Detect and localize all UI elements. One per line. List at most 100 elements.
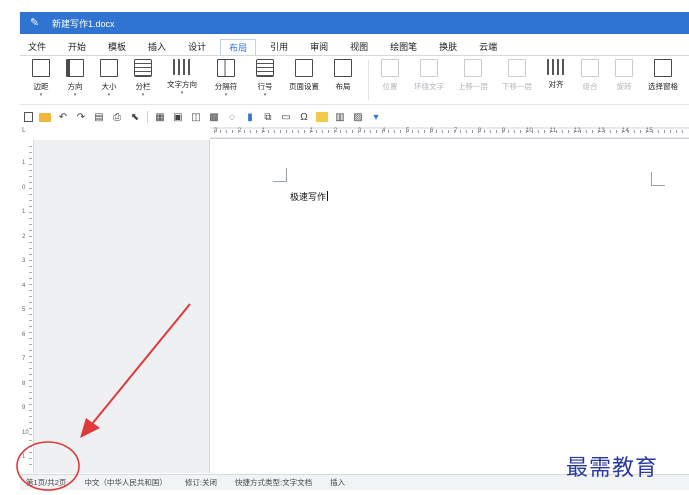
text-direction-button[interactable]: 文字方向 ▾ (162, 56, 202, 104)
ruler-tick (29, 362, 32, 363)
link-icon[interactable]: ⧉ (262, 112, 274, 123)
print-icon[interactable]: ⎙ (111, 112, 123, 123)
language-status[interactable]: 中文（中华人民共和国） (84, 477, 167, 488)
tab-skin[interactable]: 换肤 (431, 39, 465, 55)
tab-layout[interactable]: 布局 (220, 39, 257, 55)
ruler-tick (334, 130, 335, 133)
page-setup-button[interactable]: 页面设置 (284, 56, 324, 104)
line-numbers-icon (256, 59, 274, 77)
ruler-tick (382, 130, 383, 133)
ruler-tick (29, 428, 32, 429)
ruler-tick (29, 254, 32, 255)
selection-pane-button[interactable]: 选择窗格 (643, 56, 683, 104)
tab-insert[interactable]: 插入 (140, 39, 174, 55)
ruler-tick (508, 130, 509, 133)
bring-forward-button[interactable]: 上移一层 (453, 56, 493, 104)
ruler-tick (250, 130, 251, 133)
grid-icon[interactable]: ▩ (208, 112, 220, 123)
tab-file[interactable]: 文件 (20, 39, 54, 55)
ruler-tick (448, 130, 449, 133)
ruler-tick (514, 130, 515, 133)
ruler-tick (29, 290, 32, 291)
group-button[interactable]: 组合 (575, 56, 605, 104)
horizontal-ruler[interactable]: 3 2 1 1 2 3 4 5 6 7 8 9 10 11 12 13 14 15 (210, 127, 689, 139)
rotate-button[interactable]: 旋转 (609, 56, 639, 104)
insert-mode-status[interactable]: 插入 (330, 477, 345, 488)
image-icon[interactable]: ▣ (172, 112, 184, 123)
send-backward-button[interactable]: 下移一层 (497, 56, 537, 104)
size-button[interactable]: 大小 ▾ (94, 56, 124, 104)
table-icon[interactable]: ▦ (154, 112, 166, 123)
document-text[interactable]: 极速写作 (290, 190, 329, 203)
tab-references[interactable]: 引用 (262, 39, 296, 55)
orientation-button[interactable]: 方向 ▾ (60, 56, 90, 104)
ruler-number: 9 (22, 405, 26, 411)
save-icon[interactable]: ▤ (93, 112, 105, 123)
ruler-tick (370, 130, 371, 133)
screenshot-icon[interactable]: ◫ (190, 112, 202, 123)
ruler-number: 1 (22, 160, 26, 166)
tab-home[interactable]: 开始 (60, 39, 94, 55)
ruler-tick (670, 130, 671, 133)
ruler-number: 3 (22, 258, 26, 264)
undo-icon[interactable]: ↶ (57, 112, 69, 123)
columns-button[interactable]: 分栏 ▾ (128, 56, 158, 104)
ruler-number: 1 (22, 209, 26, 215)
ruler-tick (562, 130, 563, 133)
wrap-text-button[interactable]: 环绕文字 (409, 56, 449, 104)
new-document-icon[interactable] (24, 112, 33, 122)
ruler-tick (484, 130, 485, 133)
note-icon[interactable] (316, 112, 328, 122)
tab-review[interactable]: 审阅 (302, 39, 336, 55)
ruler-corner[interactable]: L (20, 127, 34, 139)
textbox-icon[interactable]: ▭ (280, 112, 292, 123)
layout-button[interactable]: 布局 (328, 56, 358, 104)
wrap-text-icon (420, 59, 438, 77)
tab-design[interactable]: 设计 (180, 39, 214, 55)
qr-code-icon[interactable]: ▨ (352, 112, 364, 123)
position-button[interactable]: 位置 (375, 56, 405, 104)
ruler-tick (340, 130, 341, 133)
chart-icon[interactable]: ▮ (244, 112, 256, 123)
ruler-tick (532, 130, 533, 133)
workspace-margin (34, 140, 210, 473)
ruler-tick (29, 200, 32, 201)
ruler-tick (29, 356, 32, 357)
ruler-tick (29, 158, 32, 159)
ruler-tick (29, 164, 32, 165)
margins-button[interactable]: 边距 ▾ (26, 56, 56, 104)
ruler-number: 0 (22, 184, 26, 191)
ruler-tick (29, 296, 32, 297)
ruler-tick (29, 374, 32, 375)
tab-cloud[interactable]: 云端 (471, 39, 505, 55)
ruler-number: 8 (22, 380, 26, 387)
barcode-icon[interactable]: ▥ (334, 112, 346, 123)
tab-view[interactable]: 视图 (342, 39, 376, 55)
ruler-number: 4 (22, 282, 26, 289)
breaks-button[interactable]: 分隔符 ▾ (206, 56, 246, 104)
track-changes-status[interactable]: 修订:关闭 (185, 477, 217, 488)
ruler-tick (29, 266, 32, 267)
ruler-tick (310, 130, 311, 133)
ruler-tick (29, 416, 32, 417)
ruler-tick (274, 130, 275, 133)
redo-icon[interactable]: ↷ (75, 112, 87, 123)
tab-draw[interactable]: 绘图笔 (382, 39, 425, 55)
ruler-tick (214, 130, 215, 133)
margins-icon (32, 59, 50, 77)
open-folder-icon[interactable] (39, 112, 51, 122)
page-count[interactable]: 第1页/共2页 (26, 477, 66, 488)
more-icon[interactable]: ▾ (370, 112, 382, 123)
select-pointer-icon[interactable]: ⬉ (129, 112, 141, 123)
shapes-icon[interactable]: ◌ (226, 112, 238, 123)
align-button[interactable]: 对齐 (541, 56, 571, 104)
document-page[interactable] (211, 140, 689, 473)
ruler-tick (29, 464, 32, 465)
ruler-tick (29, 206, 32, 207)
symbol-icon[interactable]: Ω (298, 112, 310, 123)
ruler-tick (29, 146, 32, 147)
ruler-tick (592, 130, 593, 133)
vertical-ruler[interactable]: 1 0 1 2 3 4 5 6 7 8 9 10 1 (20, 140, 34, 473)
line-numbers-button[interactable]: 行号 ▾ (250, 56, 280, 104)
tab-template[interactable]: 模板 (100, 39, 134, 55)
